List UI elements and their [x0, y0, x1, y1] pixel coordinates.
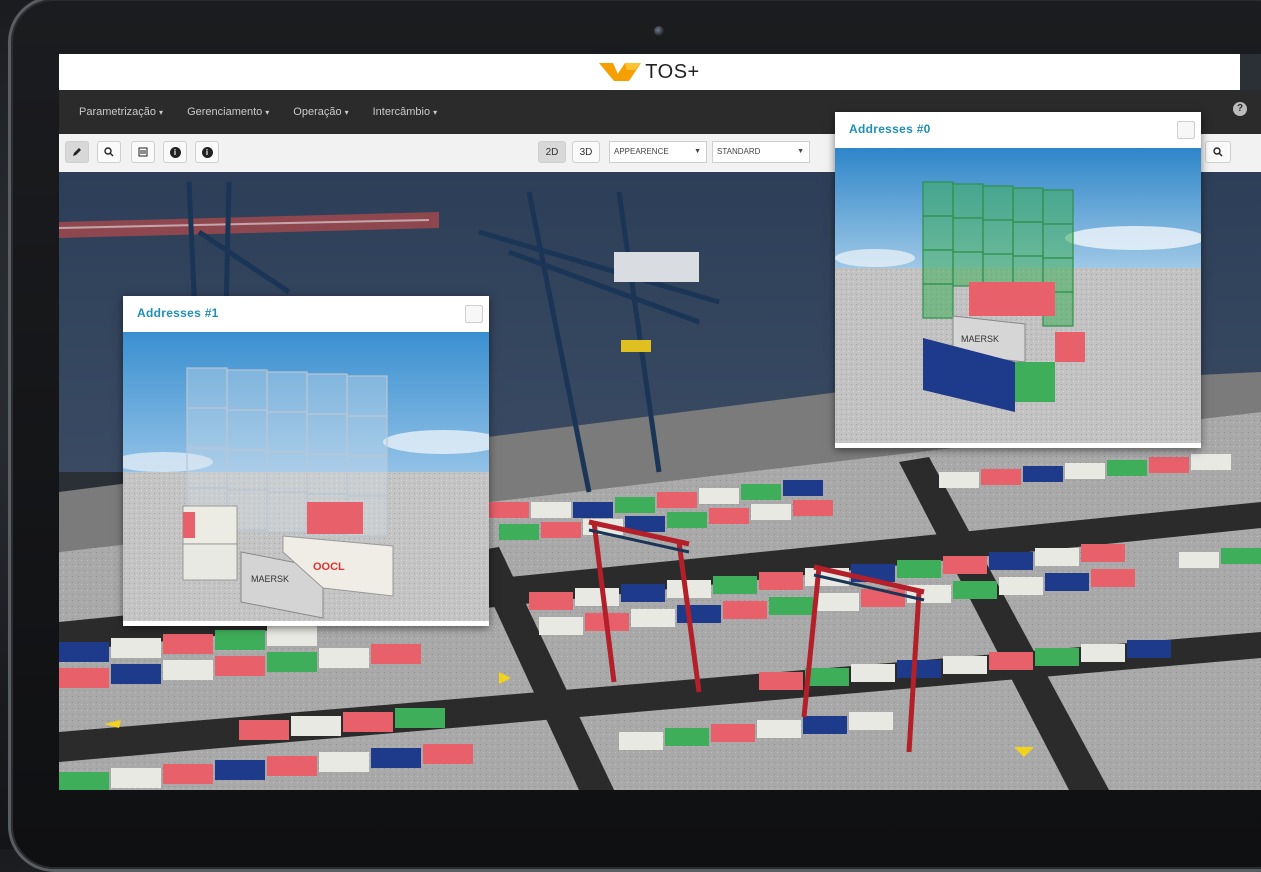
info-icon: i	[201, 146, 213, 158]
addresses-0-3d-view[interactable]: MAERSK	[835, 148, 1201, 443]
edit-tool-button[interactable]	[65, 141, 89, 163]
app-logo[interactable]: TOS+	[599, 61, 699, 84]
caret-down-icon: ▾	[265, 108, 270, 117]
container-red	[969, 282, 1055, 316]
details-tool-button[interactable]: i	[195, 141, 219, 163]
view-3d-button[interactable]: 3D	[572, 141, 600, 163]
search-icon	[1213, 147, 1223, 157]
container-red	[307, 502, 363, 534]
app-logo-text: TOS+	[645, 60, 700, 83]
container-red	[1055, 332, 1085, 362]
navbar-right-icons: ?	[1233, 102, 1247, 116]
menu-gerenciamento[interactable]: Gerenciamento ▾	[187, 106, 269, 118]
container-white	[182, 543, 238, 581]
menu-label: Intercâmbio	[372, 106, 431, 118]
appearance-select[interactable]: APPEARENCE ▼	[609, 141, 707, 163]
list-tool-button[interactable]	[131, 141, 155, 163]
addresses-0-popup[interactable]: Addresses #0 MAERSK	[835, 112, 1201, 448]
standard-select[interactable]: STANDARD ▼	[712, 141, 810, 163]
menu-label: Operação	[293, 106, 342, 118]
pencil-icon	[73, 148, 81, 156]
standard-select-value: STANDARD	[717, 147, 761, 156]
popup-title: Addresses #1	[137, 306, 219, 320]
webcam-icon	[654, 26, 664, 36]
list-icon	[138, 147, 148, 157]
popup-title: Addresses #0	[849, 122, 931, 136]
addresses-1-popup[interactable]: Addresses #1 MAERSK OOCL	[123, 296, 489, 626]
info-icon: i	[169, 146, 181, 158]
menu-label: Parametrização	[79, 106, 157, 118]
menu-intercambio[interactable]: Intercâmbio ▾	[373, 106, 438, 118]
cloud	[835, 249, 915, 267]
addresses-1-3d-view[interactable]: MAERSK OOCL	[123, 332, 489, 621]
view-2d-button[interactable]: 2D	[538, 141, 566, 163]
popup-close-button[interactable]	[465, 305, 483, 323]
popup-close-button[interactable]	[1177, 121, 1195, 139]
popup-header[interactable]: Addresses #1	[123, 296, 489, 332]
container-green	[1013, 362, 1055, 402]
cloud	[1065, 226, 1201, 250]
search-tool-button[interactable]	[97, 141, 121, 163]
terminal-3d-viewport[interactable]: Addresses #1 MAERSK OOCL Addresses #0 MA…	[59, 112, 1261, 790]
container-red-stripe	[183, 512, 195, 538]
app-screen: TOS+ Parametrização ▾ Gerenciamento ▾ Oper…	[59, 54, 1261, 790]
help-icon[interactable]: ?	[1233, 102, 1247, 116]
container-label: MAERSK	[961, 334, 999, 344]
address-stack-scene: MAERSK	[835, 148, 1201, 443]
container-label: MAERSK	[251, 574, 289, 584]
tos-wing-logo-icon	[599, 63, 642, 81]
appearance-select-value: APPEARENCE	[614, 147, 669, 156]
caret-down-icon: ▼	[694, 148, 701, 155]
crane-spreader	[621, 340, 651, 352]
caret-down-icon: ▾	[344, 108, 349, 117]
container-label: OOCL	[313, 561, 345, 573]
brand-bar: TOS+	[59, 54, 1240, 90]
caret-down-icon: ▾	[159, 108, 164, 117]
caret-down-icon: ▾	[433, 108, 438, 117]
crane-spreader	[614, 252, 699, 282]
toolbar-search-button[interactable]	[1205, 141, 1231, 163]
menu-parametrizacao[interactable]: Parametrização ▾	[79, 106, 163, 118]
address-stack-scene: MAERSK OOCL	[123, 332, 489, 621]
menu-operacao[interactable]: Operação ▾	[293, 106, 348, 118]
info-tool-button[interactable]: i	[163, 141, 187, 163]
search-icon	[104, 147, 114, 157]
menu-label: Gerenciamento	[187, 106, 263, 118]
popup-header[interactable]: Addresses #0	[835, 112, 1201, 148]
caret-down-icon: ▼	[797, 148, 804, 155]
